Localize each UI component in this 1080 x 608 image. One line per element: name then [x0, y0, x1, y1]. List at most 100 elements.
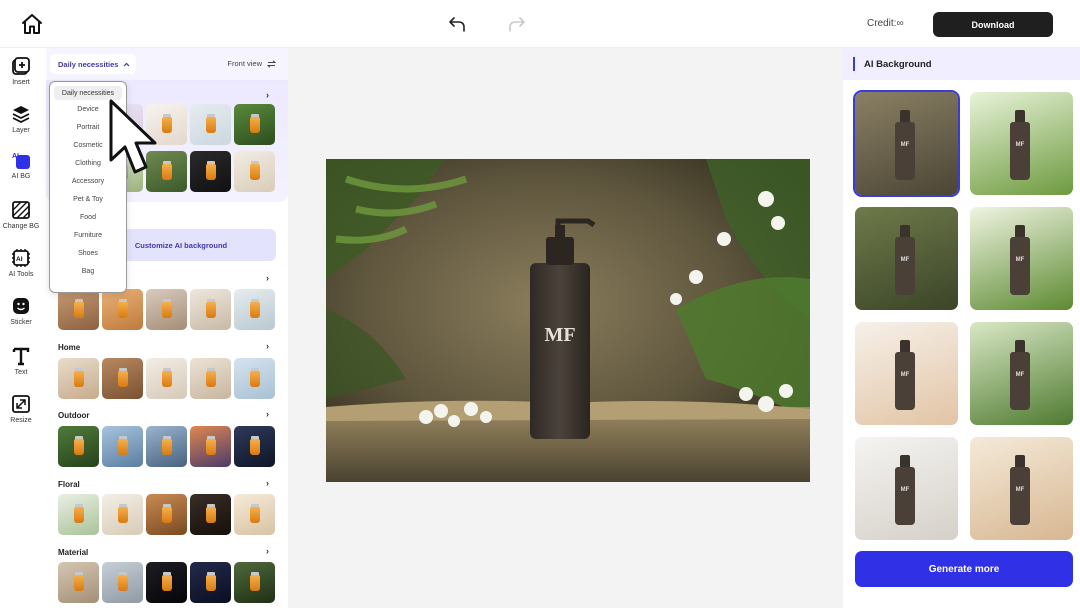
tool-insert[interactable]: Insert [0, 56, 42, 86]
section-arrow-icon[interactable]: › [266, 273, 269, 283]
bg-thumb[interactable] [190, 289, 231, 330]
bottle-logo: MF [1015, 142, 1025, 148]
bg-thumb[interactable] [190, 562, 231, 603]
swap-icon [267, 59, 276, 68]
category-select[interactable]: Daily necessities [50, 54, 136, 74]
product-canvas-image[interactable]: MF [326, 159, 810, 482]
bg-thumb[interactable] [102, 426, 143, 467]
sticker-icon [13, 298, 29, 314]
bg-thumb[interactable] [58, 494, 99, 535]
text-icon [12, 347, 30, 366]
section-title-floral: Floral [58, 480, 80, 489]
thumb-row-floral [58, 494, 275, 535]
ai-bg-result[interactable]: MF [970, 437, 1073, 540]
view-select[interactable]: Front view [227, 59, 276, 68]
bg-thumb[interactable] [102, 358, 143, 399]
svg-text:AI: AI [16, 256, 23, 263]
bg-thumb[interactable] [146, 358, 187, 399]
tool-layer[interactable]: Layer [0, 104, 42, 134]
redo-icon[interactable] [506, 13, 528, 35]
ai-background-panel: AI Background MF MF MF MF MF MF MF MF Ge… [843, 48, 1080, 608]
featured-arrow-icon[interactable]: › [266, 90, 269, 100]
ai-bg-result[interactable]: MF [970, 322, 1073, 425]
bg-thumb[interactable] [234, 151, 275, 192]
bg-thumb[interactable] [146, 562, 187, 603]
tool-resize[interactable]: Resize [0, 394, 42, 424]
bg-thumb[interactable] [146, 289, 187, 330]
product-scene: MF [326, 159, 810, 482]
bg-thumb[interactable] [190, 358, 231, 399]
bg-thumb[interactable] [234, 426, 275, 467]
bg-thumb[interactable] [190, 494, 231, 535]
ai-bg-result[interactable]: MF [970, 207, 1073, 310]
credit-label: Credit:∞ [867, 18, 904, 29]
ai-bg-result[interactable]: MF [853, 90, 960, 197]
tool-text-label: Text [14, 369, 28, 376]
chevron-up-icon [124, 62, 130, 66]
bg-thumb[interactable] [234, 358, 275, 399]
tool-change-bg-label: Change BG [2, 223, 40, 230]
ai-bg-result[interactable]: MF [855, 437, 958, 540]
section-arrow-icon[interactable]: › [266, 409, 269, 419]
bg-thumb[interactable] [234, 104, 275, 145]
bottle-logo: MF [900, 257, 910, 263]
dropdown-option[interactable]: Food [50, 209, 126, 227]
ai-bg-result[interactable]: MF [970, 92, 1073, 195]
tool-text[interactable]: Text [0, 346, 42, 376]
change-bg-icon [12, 201, 30, 219]
bg-thumb[interactable] [102, 494, 143, 535]
thumb-row-outdoor [58, 426, 275, 467]
bottle-logo: MF [1015, 257, 1025, 263]
bottle-logo: MF [1015, 372, 1025, 378]
dropdown-option[interactable]: Furniture [50, 227, 126, 245]
tool-ai-bg-label: AI BG [11, 173, 31, 180]
bg-thumb[interactable] [234, 494, 275, 535]
tool-ai-tools[interactable]: AI AI Tools [0, 248, 42, 278]
bottle-logo: MF [900, 372, 910, 378]
bottle-logo: MF [1015, 487, 1025, 493]
bg-thumb[interactable] [190, 426, 231, 467]
view-select-value: Front view [227, 59, 262, 68]
bg-thumb[interactable] [190, 104, 231, 145]
bg-thumb[interactable] [58, 562, 99, 603]
dropdown-option[interactable]: Shoes [50, 245, 126, 263]
thumb-row-material [58, 562, 275, 603]
home-button[interactable] [16, 8, 48, 40]
bg-thumb[interactable] [146, 494, 187, 535]
bg-thumb[interactable] [146, 426, 187, 467]
bg-thumb[interactable] [190, 151, 231, 192]
ai-bg-result[interactable]: MF [855, 322, 958, 425]
dropdown-option[interactable]: Bag [50, 263, 126, 281]
ai-background-header: AI Background [843, 48, 1080, 80]
download-button[interactable]: Download [933, 12, 1053, 37]
section-arrow-icon[interactable]: › [266, 341, 269, 351]
layer-icon [12, 106, 30, 124]
header-accent-bar [853, 57, 855, 71]
tool-change-bg[interactable]: Change BG [0, 200, 42, 230]
bg-thumb[interactable] [234, 289, 275, 330]
bg-thumb[interactable] [58, 426, 99, 467]
ai-background-title: AI Background [864, 59, 932, 70]
bg-thumb[interactable] [234, 562, 275, 603]
bg-thumb[interactable] [58, 358, 99, 399]
category-select-value: Daily necessities [58, 59, 119, 69]
section-title-outdoor: Outdoor [58, 411, 90, 420]
section-title-home: Home [58, 343, 81, 352]
tool-sticker[interactable]: Sticker [0, 296, 42, 326]
tool-layer-label: Layer [12, 127, 30, 134]
bg-thumb[interactable] [58, 289, 99, 330]
bg-thumb[interactable] [102, 289, 143, 330]
section-arrow-icon[interactable]: › [266, 478, 269, 488]
bg-thumb[interactable] [102, 562, 143, 603]
section-arrow-icon[interactable]: › [266, 546, 269, 556]
undo-icon[interactable] [446, 13, 468, 35]
mouse-pointer-icon [109, 99, 157, 174]
generate-more-button[interactable]: Generate more [855, 551, 1073, 587]
left-toolbar: Insert Layer AI AI BG Change BG AI AI To… [0, 48, 46, 608]
top-bar: Credit:∞ Download [0, 0, 1080, 48]
ai-tools-icon: AI [12, 249, 30, 267]
tool-ai-bg[interactable]: AI AI BG [0, 150, 42, 180]
insert-icon [12, 57, 30, 75]
ai-bg-result[interactable]: MF [855, 207, 958, 310]
dropdown-option[interactable]: Pet & Toy [50, 190, 126, 208]
